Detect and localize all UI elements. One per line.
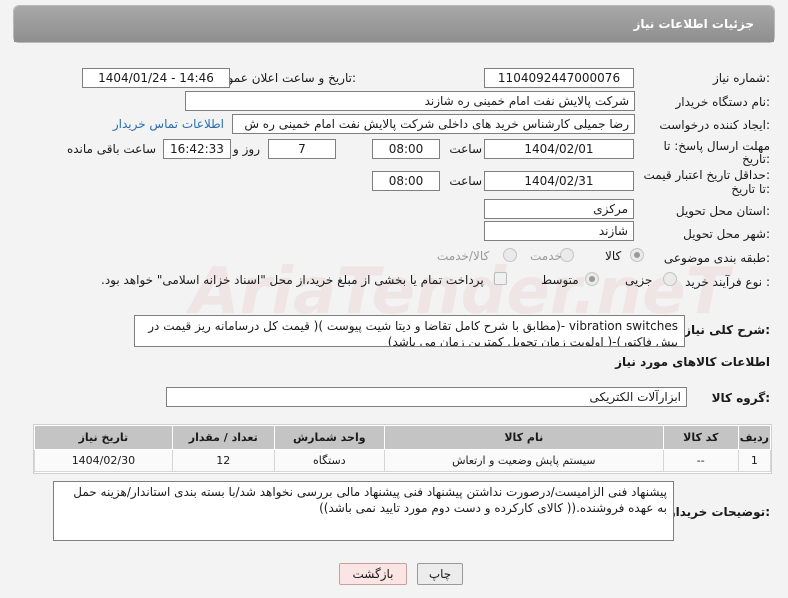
process-radio-medium[interactable] bbox=[585, 272, 599, 286]
goods-group-label: گروه کالا: bbox=[711, 391, 770, 405]
table-row: 1 -- سیستم پایش وضعیت و ارتعاش دستگاه 12… bbox=[34, 449, 772, 472]
col-unit: واحد شمارش bbox=[273, 425, 385, 450]
goods-table: ردیف کد کالا نام کالا واحد شمارش تعداد /… bbox=[34, 425, 772, 472]
cell-goods-name: سیستم پایش وضعیت و ارتعاش bbox=[383, 449, 664, 472]
creator-label: ایجاد کننده درخواست: bbox=[659, 118, 770, 132]
city-field: شازند bbox=[484, 221, 634, 241]
col-quantity: تعداد / مقدار bbox=[171, 425, 275, 450]
city-label: شهر محل تحویل: bbox=[683, 227, 770, 241]
col-goods-code: کد کالا bbox=[662, 425, 739, 450]
goods-table-wrapper: ردیف کد کالا نام کالا واحد شمارش تعداد /… bbox=[33, 424, 772, 474]
reply-time-label: ساعت bbox=[449, 142, 482, 156]
goods-table-header: ردیف کد کالا نام کالا واحد شمارش تعداد /… bbox=[34, 425, 772, 450]
price-validity-time: 08:00 bbox=[372, 171, 440, 191]
remaining-label: ساعت باقی مانده bbox=[66, 142, 156, 156]
cell-quantity: 12 bbox=[171, 449, 275, 472]
price-validity-date: 1404/02/31 bbox=[484, 171, 634, 191]
col-goods-name: نام کالا bbox=[383, 425, 664, 450]
buyer-notes-text: پیشنهاد فنی الزامیست/درصورت نداشتن پیشنه… bbox=[53, 481, 674, 541]
price-time-label: ساعت bbox=[449, 174, 482, 188]
back-button[interactable]: بازگشت bbox=[339, 563, 407, 585]
col-row-number: ردیف bbox=[737, 425, 772, 450]
category-radio-goods[interactable] bbox=[630, 248, 644, 262]
goods-group-field: ابزارآلات الکتریکی bbox=[166, 387, 687, 407]
announce-datetime-field: 1404/01/24 - 14:46 bbox=[82, 68, 230, 88]
category-option-goods: کالا bbox=[605, 249, 622, 263]
buyer-org-field: شرکت پالایش نفت امام خمینی ره شازند bbox=[185, 91, 635, 111]
buyer-contact-link[interactable]: اطلاعات تماس خریدار bbox=[113, 117, 224, 131]
purchase-process-label: نوع فرآیند خرید : bbox=[685, 275, 770, 289]
need-number-field: 1104092447000076 bbox=[484, 68, 634, 88]
cell-unit: دستگاه bbox=[273, 449, 385, 472]
reply-deadline-label: مهلت ارسال پاسخ: تا bbox=[663, 139, 770, 153]
general-description-text: vibration switches -(مطابق با شرح کامل ت… bbox=[134, 315, 685, 347]
price-validity-label-2: تا تاریخ: bbox=[731, 182, 770, 196]
price-validity-label: حداقل تاریخ اعتبار قیمت: bbox=[643, 168, 770, 182]
process-option-medium: متوسط bbox=[541, 273, 579, 287]
category-option-goods-service: کالا/خدمت bbox=[437, 249, 490, 263]
category-label: طبقه بندی موضوعی: bbox=[663, 251, 770, 265]
reply-days-field: 7 bbox=[268, 139, 336, 159]
creator-field: رضا جمیلی کارشناس خرید های داخلی شرکت پا… bbox=[232, 114, 635, 134]
goods-info-title: اطلاعات کالاهای مورد نیاز bbox=[615, 355, 770, 369]
page-title: جزئیات اطلاعات نیاز bbox=[14, 6, 774, 42]
treasury-payment-checkbox[interactable] bbox=[494, 272, 507, 285]
cell-goods-code: -- bbox=[662, 449, 739, 472]
reply-deadline-label-2: تاریخ: bbox=[742, 152, 770, 166]
col-need-date: تاریخ نیاز bbox=[34, 425, 173, 450]
remaining-time-field: 16:42:33 bbox=[163, 139, 231, 159]
days-label: روز و bbox=[233, 142, 260, 156]
province-label: استان محل تحویل: bbox=[675, 204, 770, 218]
need-number-label: شماره نیاز: bbox=[712, 71, 770, 85]
category-radio-goods-service[interactable] bbox=[503, 248, 517, 262]
category-option-service: خدمت bbox=[530, 249, 562, 263]
cell-need-date: 1404/02/30 bbox=[34, 449, 173, 472]
process-option-minor: جزیی bbox=[625, 273, 653, 287]
province-field: مرکزی bbox=[484, 199, 634, 219]
reply-deadline-time: 08:00 bbox=[372, 139, 440, 159]
buyer-notes-label: توضیحات خریدار: bbox=[668, 505, 770, 519]
reply-deadline-date: 1404/02/01 bbox=[484, 139, 634, 159]
process-radio-minor[interactable] bbox=[663, 272, 677, 286]
print-button[interactable]: چاپ bbox=[417, 563, 463, 585]
announce-datetime-label: تاریخ و ساعت اعلان عمومی: bbox=[211, 71, 356, 85]
general-description-label: شرح کلی نیاز: bbox=[684, 323, 770, 337]
cell-row-number: 1 bbox=[737, 449, 772, 472]
buyer-org-label: نام دستگاه خریدار: bbox=[675, 95, 771, 109]
category-radio-service[interactable] bbox=[560, 248, 574, 262]
treasury-payment-note: پرداخت تمام یا بخشی از مبلغ خرید،از محل … bbox=[101, 273, 484, 287]
header-panel: جزئیات اطلاعات نیاز bbox=[13, 5, 775, 43]
